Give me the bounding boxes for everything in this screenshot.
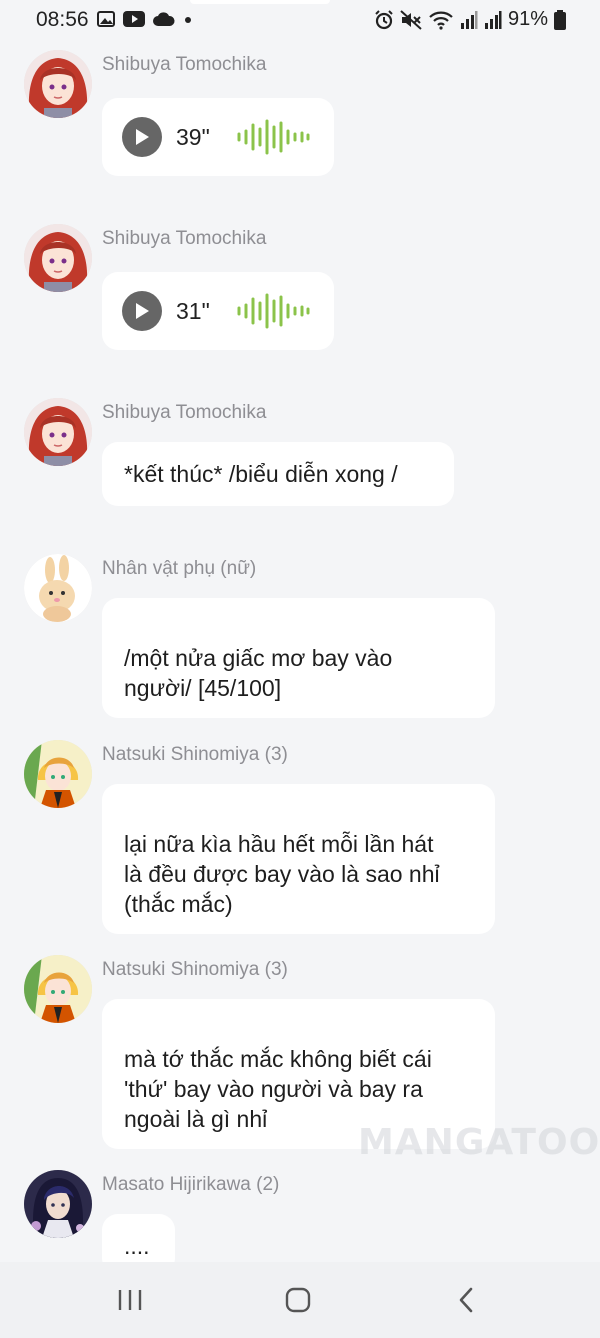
voice-message-bubble[interactable]: 31" xyxy=(102,272,334,350)
play-button[interactable] xyxy=(122,117,162,157)
message-bubble[interactable]: /một nửa giấc mơ bay vào người/ [45/100] xyxy=(102,598,495,718)
signal-icon xyxy=(460,10,478,29)
recent-apps-icon xyxy=(118,1290,142,1310)
message-text: /một nửa giấc mơ bay vào người/ [45/100] xyxy=(124,645,393,701)
red-hair-avatar[interactable] xyxy=(24,398,92,466)
image-icon xyxy=(97,11,115,27)
play-button[interactable] xyxy=(122,291,162,331)
voice-message-bubble[interactable]: 39" xyxy=(102,98,334,176)
bunny-avatar[interactable] xyxy=(24,554,92,622)
sender-name: Natsuki Shinomiya (3) xyxy=(102,959,288,980)
dark-hair-avatar[interactable] xyxy=(24,1170,92,1238)
waveform-icon xyxy=(237,293,310,329)
message-text: *kết thúc* /biểu diễn xong / xyxy=(124,461,398,487)
status-time: 08:56 xyxy=(36,8,89,31)
message-bubble[interactable]: lại nữa kìa hầu hết mỗi lần hát là đều đ… xyxy=(102,784,495,934)
blonde-avatar[interactable] xyxy=(24,740,92,808)
home-button[interactable] xyxy=(268,1282,328,1318)
cloud-icon xyxy=(153,12,175,26)
youtube-icon xyxy=(123,11,145,27)
waveform-icon xyxy=(237,119,310,155)
back-button[interactable] xyxy=(436,1282,496,1318)
sender-name: Shibuya Tomochika xyxy=(102,54,267,75)
chat-screen: 08:56 91% Shibuya Tomochika 39" Shibuya … xyxy=(0,0,600,1338)
message-text: lại nữa kìa hầu hết mỗi lần hát là đều đ… xyxy=(124,831,440,917)
alarm-icon xyxy=(375,9,393,29)
dot-icon xyxy=(185,17,191,23)
blonde-avatar[interactable] xyxy=(24,955,92,1023)
sender-name: Shibuya Tomochika xyxy=(102,402,267,423)
home-icon xyxy=(285,1287,311,1313)
voice-duration: 39" xyxy=(176,124,210,150)
sender-name: Natsuki Shinomiya (3) xyxy=(102,744,288,765)
battery-percent: 91% xyxy=(507,8,548,30)
recent-apps-button[interactable] xyxy=(100,1282,160,1318)
signal-icon-2 xyxy=(484,10,502,29)
navigation-bar xyxy=(0,1262,600,1338)
voice-duration: 31" xyxy=(176,298,210,324)
mute-icon xyxy=(400,9,422,30)
message-text: mà tớ thắc mắc không biết cái 'thứ' bay … xyxy=(124,1046,432,1132)
play-icon xyxy=(136,303,149,319)
battery-icon xyxy=(554,9,566,30)
sender-name: Shibuya Tomochika xyxy=(102,228,267,249)
previous-bubble-edge xyxy=(190,0,330,4)
wifi-icon xyxy=(429,11,453,30)
status-bar: 08:56 91% xyxy=(0,0,600,40)
red-hair-avatar[interactable] xyxy=(24,224,92,292)
play-icon xyxy=(136,129,149,145)
message-bubble[interactable]: *kết thúc* /biểu diễn xong / xyxy=(102,442,454,506)
sender-name: Masato Hijirikawa (2) xyxy=(102,1174,280,1195)
red-hair-avatar[interactable] xyxy=(24,50,92,118)
watermark: MANGATOON xyxy=(358,1122,600,1163)
message-text: .... xyxy=(124,1233,150,1259)
back-icon xyxy=(459,1287,473,1313)
sender-name: Nhân vật phụ (nữ) xyxy=(102,558,257,579)
